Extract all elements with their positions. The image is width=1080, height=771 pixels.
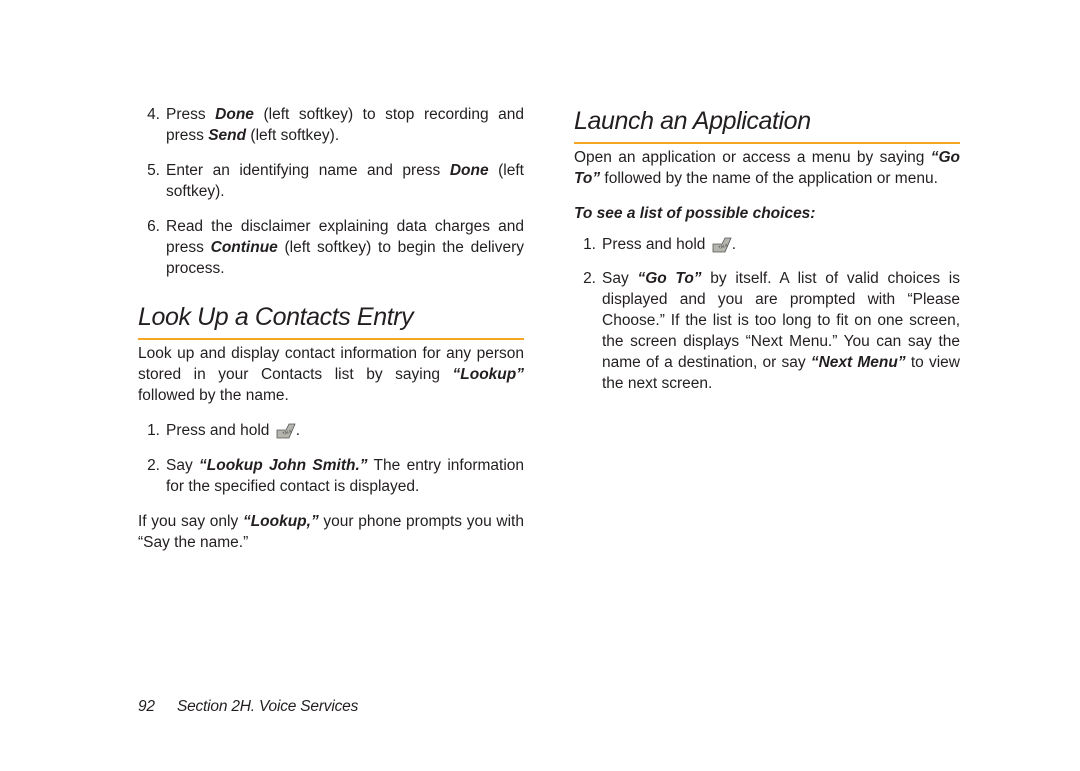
step-text: Read the disclaimer explaining data char… <box>166 217 524 280</box>
step-text: Say “Lookup John Smith.” The entry infor… <box>166 456 524 498</box>
launch-steps-list: 1. Press and hold TALK. 2. Say “Go To” b… <box>574 235 960 395</box>
voice-command-lookup-example: “Lookup John Smith.” <box>199 457 367 474</box>
softkey-continue: Continue <box>211 239 278 256</box>
step-number: 6. <box>138 217 166 280</box>
heading-launch-application: Launch an Application <box>574 105 960 144</box>
manual-page: 4. Press Done (left softkey) to stop rec… <box>0 0 1080 771</box>
step-number: 1. <box>138 421 166 442</box>
step-text: Say “Go To” by itself. A list of valid c… <box>602 269 960 395</box>
step-number: 2. <box>574 269 602 395</box>
softkey-send: Send <box>208 127 246 144</box>
section-title: Section 2H. Voice Services <box>177 698 358 715</box>
voice-command-lookup: “Lookup” <box>453 366 524 383</box>
left-column: 4. Press Done (left softkey) to stop rec… <box>138 105 524 568</box>
step-number: 1. <box>574 235 602 256</box>
launch-intro: Open an application or access a menu by … <box>574 148 960 190</box>
launch-step-1: 1. Press and hold TALK. <box>574 235 960 256</box>
lookup-tail: If you say only “Lookup,” your phone pro… <box>138 512 524 554</box>
lookup-intro: Look up and display contact information … <box>138 344 524 407</box>
voice-command-next-menu: “Next Menu” <box>811 354 906 371</box>
subhead-choices: To see a list of possible choices: <box>574 204 960 225</box>
step-text: Press Done (left softkey) to stop record… <box>166 105 524 147</box>
step-number: 2. <box>138 456 166 498</box>
page-footer: 92 Section 2H. Voice Services <box>138 698 358 716</box>
launch-step-2: 2. Say “Go To” by itself. A list of vali… <box>574 269 960 395</box>
continued-steps-list: 4. Press Done (left softkey) to stop rec… <box>138 105 524 279</box>
voice-command-lookup-only: “Lookup,” <box>243 513 319 530</box>
page-number: 92 <box>138 698 155 715</box>
voice-command-goto: “Go To” <box>637 270 701 287</box>
heading-look-up-contacts: Look Up a Contacts Entry <box>138 301 524 340</box>
step-number: 4. <box>138 105 166 147</box>
step-text: Enter an identifying name and press Done… <box>166 161 524 203</box>
right-column: Launch an Application Open an applicatio… <box>574 105 960 568</box>
lookup-steps-list: 1. Press and hold TALK. 2. Say “Lookup J… <box>138 421 524 498</box>
step-6: 6. Read the disclaimer explaining data c… <box>138 217 524 280</box>
softkey-done: Done <box>215 106 254 123</box>
talk-key-icon: TALK <box>274 421 296 439</box>
lookup-step-1: 1. Press and hold TALK. <box>138 421 524 442</box>
two-column-layout: 4. Press Done (left softkey) to stop rec… <box>138 105 960 568</box>
step-5: 5. Enter an identifying name and press D… <box>138 161 524 203</box>
step-text: Press and hold TALK. <box>166 421 524 442</box>
softkey-done: Done <box>450 162 489 179</box>
step-4: 4. Press Done (left softkey) to stop rec… <box>138 105 524 147</box>
lookup-step-2: 2. Say “Lookup John Smith.” The entry in… <box>138 456 524 498</box>
step-number: 5. <box>138 161 166 203</box>
talk-key-icon: TALK <box>710 235 732 253</box>
step-text: Press and hold TALK. <box>602 235 960 256</box>
